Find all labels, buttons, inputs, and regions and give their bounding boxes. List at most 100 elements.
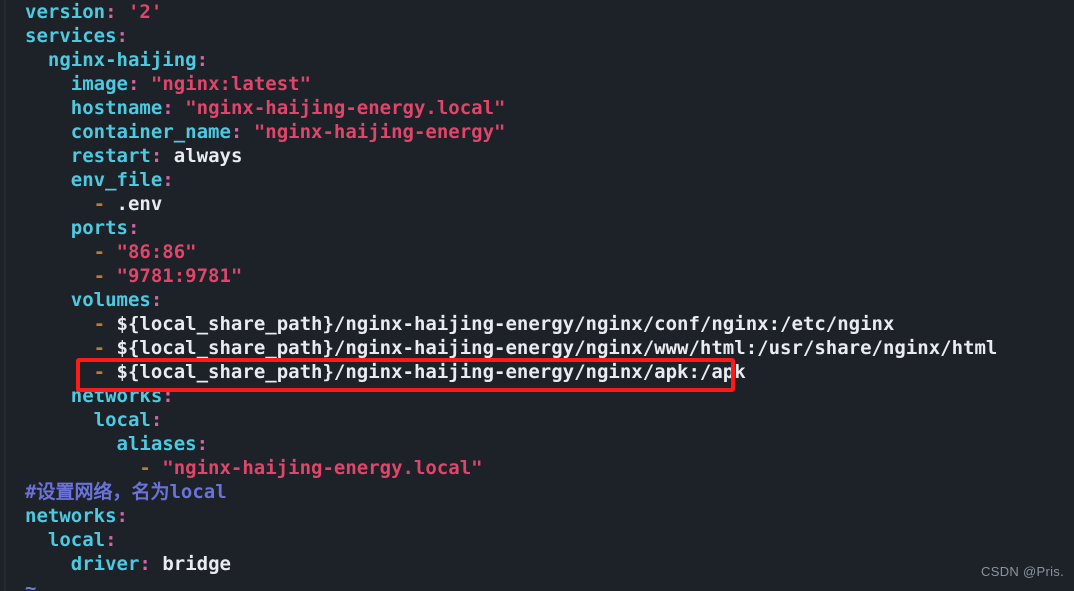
yaml-key: services <box>25 25 117 47</box>
code-line[interactable]: - .env <box>0 192 1074 216</box>
code-line[interactable]: - "86:86" <box>0 240 1074 264</box>
yaml-key: driver <box>70 553 140 575</box>
code-line[interactable]: env_file: <box>0 168 1074 192</box>
yaml-colon: : <box>116 505 128 527</box>
code-line[interactable]: nginx-haijing: <box>0 48 1074 72</box>
yaml-plain-value: ${local_share_path}/nginx-haijing-energy… <box>116 361 746 383</box>
yaml-sequence-dash: - <box>93 241 106 263</box>
yaml-sequence-dash: - <box>93 265 106 287</box>
yaml-string-value: "nginx-haijing-energy" <box>253 121 506 143</box>
code-line[interactable]: image: "nginx:latest" <box>0 72 1074 96</box>
yaml-key: volumes <box>70 289 151 311</box>
yaml-sequence-dash: - <box>93 361 106 383</box>
code-line[interactable]: - "nginx-haijing-energy.local" <box>0 456 1074 480</box>
yaml-colon: : <box>150 289 163 311</box>
yaml-colon: : <box>150 409 163 431</box>
yaml-colon: : <box>139 553 151 575</box>
code-editor-window: version: '2' services: nginx-haijing: ima… <box>0 0 1074 591</box>
yaml-string-value: '2' <box>127 1 163 23</box>
yaml-sequence-dash: - <box>139 457 151 479</box>
yaml-colon: : <box>196 49 209 71</box>
yaml-key: env_file <box>70 169 163 191</box>
code-line[interactable]: networks: <box>0 384 1074 408</box>
code-line[interactable]: local: <box>0 408 1074 432</box>
yaml-key: networks <box>25 505 117 527</box>
yaml-code-area[interactable]: version: '2' services: nginx-haijing: ima… <box>0 0 1074 591</box>
yaml-key: restart <box>70 145 151 167</box>
yaml-colon: : <box>105 1 117 23</box>
yaml-sequence-dash: - <box>93 193 106 215</box>
code-line[interactable]: local: <box>0 528 1074 552</box>
code-line[interactable]: networks: <box>0 504 1074 528</box>
code-line[interactable]: - ${local_share_path}/nginx-haijing-ener… <box>0 312 1074 336</box>
code-line[interactable]: services: <box>0 24 1074 48</box>
code-line[interactable]: ports: <box>0 216 1074 240</box>
code-line[interactable]: hostname: "nginx-haijing-energy.local" <box>0 96 1074 120</box>
code-line[interactable]: - ${local_share_path}/nginx-haijing-ener… <box>0 336 1074 360</box>
yaml-colon: : <box>230 121 243 143</box>
yaml-colon: : <box>105 529 117 551</box>
yaml-key: local <box>93 409 151 431</box>
yaml-plain-value: ${local_share_path}/nginx-haijing-energy… <box>116 313 895 335</box>
yaml-string-value: "nginx:latest" <box>150 73 312 95</box>
yaml-colon: : <box>162 385 174 407</box>
yaml-key: hostname <box>70 97 163 119</box>
code-line[interactable]: ~ <box>0 576 1074 591</box>
code-line[interactable]: - "9781:9781" <box>0 264 1074 288</box>
code-line[interactable]: volumes: <box>0 288 1074 312</box>
yaml-string-value: "nginx-haijing-energy.local" <box>185 97 506 119</box>
code-line[interactable]: restart: always <box>0 144 1074 168</box>
yaml-plain-value: .env <box>116 193 163 215</box>
yaml-plain-value: bridge <box>162 553 231 575</box>
code-line[interactable]: aliases: <box>0 432 1074 456</box>
code-line[interactable]: container_name: "nginx-haijing-energy" <box>0 120 1074 144</box>
code-line[interactable]: version: '2' <box>0 0 1074 24</box>
yaml-sequence-dash: - <box>93 313 106 335</box>
yaml-key: image <box>70 73 128 95</box>
yaml-key: container_name <box>70 121 231 143</box>
code-line[interactable]: driver: bridge <box>0 552 1074 576</box>
yaml-plain-value: always <box>173 145 243 167</box>
yaml-key: version <box>25 1 106 23</box>
code-line[interactable]: - ${local_share_path}/nginx-haijing-ener… <box>0 360 1074 384</box>
yaml-colon: : <box>162 97 174 119</box>
yaml-colon: : <box>127 217 140 239</box>
yaml-plain-value: ${local_share_path}/nginx-haijing-energy… <box>116 337 998 359</box>
yaml-string-value: "9781:9781" <box>116 265 243 287</box>
code-line[interactable]: #设置网络，名为local <box>0 480 1074 504</box>
yaml-colon: : <box>150 145 163 167</box>
yaml-string-value: "nginx-haijing-energy.local" <box>162 457 483 479</box>
yaml-colon: : <box>196 433 209 455</box>
yaml-comment: #设置网络，名为local <box>25 481 227 503</box>
yaml-key: nginx-haijing <box>47 49 197 71</box>
yaml-colon: : <box>127 73 140 95</box>
yaml-key: ports <box>70 217 128 239</box>
yaml-key: local <box>47 529 106 551</box>
yaml-colon: : <box>116 25 128 47</box>
